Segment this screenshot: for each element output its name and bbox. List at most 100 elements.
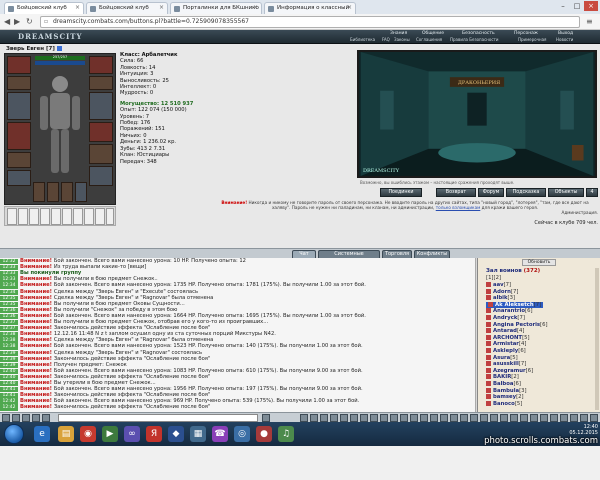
leggings-slot[interactable] [89,144,113,164]
browser-tab-4[interactable]: Информация о классный × [264,2,356,14]
chat-log[interactable]: 12:32 Внимание! Бой закончен. Всего вами … [0,258,476,412]
player-private-icon[interactable] [486,288,491,294]
nav-security[interactable]: Безопасность [462,31,495,36]
minimize-icon[interactable]: – [556,1,570,11]
tool-icon-4[interactable] [330,414,338,422]
player-private-icon[interactable] [486,295,491,301]
media-icon[interactable]: ▶ [102,426,118,442]
browser-tab-3[interactable]: Порталинки для БКшнико × [170,2,262,14]
player-name[interactable]: Anarantrio [493,308,525,314]
return-button[interactable]: Возврат [436,188,476,197]
player-entry[interactable]: Adorn[7] [486,288,518,295]
player-entry[interactable]: Askleply[6] [486,348,526,354]
player-private-icon[interactable] [486,334,491,340]
chat-input[interactable] [58,414,258,422]
tool-icon-5[interactable] [340,414,348,422]
pocket-slot-2[interactable] [47,182,59,202]
info-icon[interactable] [56,46,62,51]
app-icon-1[interactable]: ◆ [168,426,184,442]
yandex-icon[interactable]: Я [146,426,162,442]
duels-button[interactable]: Поединки [380,188,422,197]
player-entry[interactable]: albik[3] [486,295,515,301]
tool-icon-28[interactable] [570,414,578,422]
player-name[interactable]: Asura [493,355,510,361]
tool-icon-20[interactable] [490,414,498,422]
armor-slot[interactable] [7,122,31,150]
tool-icon-19[interactable] [480,414,488,422]
player-name[interactable]: Antarad [493,328,517,334]
amulet-slot[interactable] [7,76,31,90]
tool-icon-7[interactable] [360,414,368,422]
helmet-slot[interactable] [7,56,31,74]
subnav-faq[interactable]: FAQ [382,37,390,42]
visual-studio-icon[interactable]: ∞ [124,426,140,442]
tool-icon-17[interactable] [460,414,468,422]
tool-icon-13[interactable] [420,414,428,422]
tool-icon-8[interactable] [370,414,378,422]
belt-item-2[interactable] [18,208,28,225]
player-entry[interactable]: ARCHONT[5] [486,334,530,341]
tool-icon-14[interactable] [430,414,438,422]
player-private-icon[interactable] [488,301,493,307]
hint-button[interactable]: Подсказка [506,188,546,197]
player-name[interactable]: asusskill [493,361,519,367]
clear-icon[interactable] [12,414,20,422]
pocket-slot-3[interactable] [61,182,73,202]
nav-communication[interactable]: Общение [422,31,444,36]
tab-trade[interactable]: Торговля [382,250,412,258]
player-name[interactable]: Balboa [493,381,513,387]
app-icon-4[interactable]: ● [256,426,272,442]
player-entry[interactable]: asusskill[7] [486,361,526,367]
player-name[interactable]: Banoco [493,401,515,407]
ring-slot[interactable] [89,122,113,142]
viber-icon[interactable]: ☎ [212,426,228,442]
earrings-slot[interactable] [89,56,113,74]
player-entry[interactable]: Asura[5] [486,354,518,361]
tool-icon-2[interactable] [310,414,318,422]
player-name[interactable]: bamsey [493,394,516,400]
window-close-icon[interactable]: × [584,1,598,11]
player-name[interactable]: Ak Aleksetch [495,302,534,308]
tool-icon-26[interactable] [550,414,558,422]
maximize-icon[interactable]: □ [570,1,584,11]
player-private-icon[interactable] [486,348,491,353]
pocket-slot-1[interactable] [33,182,45,202]
player-entry[interactable]: bamsey[2] [486,394,524,400]
tool-icon-29[interactable] [580,414,588,422]
send-icon[interactable] [262,414,270,422]
filter-icon[interactable] [32,414,40,422]
app-icon-3[interactable]: ◎ [234,426,250,442]
player-entry[interactable]: Azegramur[6] [486,367,533,374]
belt-slot[interactable] [7,152,31,168]
location-scene[interactable]: ДРАКОНЬЕРИЯ DREAMSCITY [357,50,597,178]
chat-timestamp[interactable]: 12:42 [0,405,18,411]
player-private-icon[interactable] [486,381,491,386]
tool-icon-27[interactable] [560,414,568,422]
tool-icon-11[interactable] [400,414,408,422]
tool-icon-16[interactable] [450,414,458,422]
tool-icon-10[interactable] [390,414,398,422]
tool-icon-18[interactable] [470,414,478,422]
app-icon-2[interactable]: ▦ [190,426,206,442]
player-name[interactable]: ARCHONT [493,335,522,341]
hackers-link[interactable]: только взломщикам [436,205,481,210]
tool-icon-22[interactable] [510,414,518,422]
player-entry[interactable]: Angina Pectoris[6] [486,321,548,328]
player-name[interactable]: Adorn [493,289,511,295]
player-private-icon[interactable] [486,321,491,327]
player-entry[interactable]: Balboa[6] [486,381,521,387]
forum-button[interactable]: Форум [478,188,504,197]
tool-icon-24[interactable] [530,414,538,422]
shield-slot[interactable] [89,92,113,120]
translit-icon[interactable] [22,414,30,422]
objects-button[interactable]: Объекты [548,188,584,197]
tab-system-messages[interactable]: Системные сообщения [318,250,380,264]
player-private-icon[interactable] [486,387,491,393]
tool-icon-21[interactable] [500,414,508,422]
player-private-icon[interactable] [486,282,491,287]
player-entry[interactable]: Bambula[3] [486,387,527,394]
start-button[interactable] [4,424,24,444]
nav-exit[interactable]: Выход [558,31,573,36]
subnav-safety[interactable]: Правила Безопасности [450,37,498,42]
subnav-agreements[interactable]: Соглашения [416,37,442,42]
